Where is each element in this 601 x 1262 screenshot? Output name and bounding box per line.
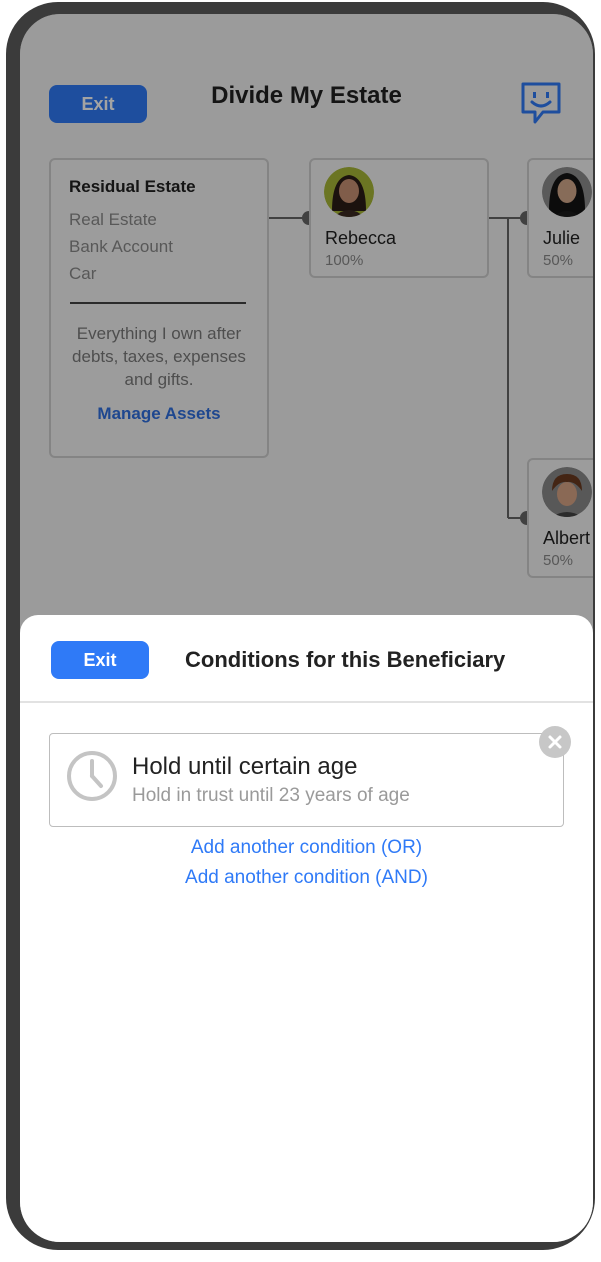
phone-frame: Exit Divide My Estate Residual Estate Re… — [6, 2, 595, 1250]
condition-subtitle: Hold in trust until 23 years of age — [132, 785, 410, 806]
add-condition-and-link[interactable]: Add another condition (AND) — [20, 867, 593, 889]
sheet-exit-button[interactable]: Exit — [51, 641, 149, 679]
close-icon[interactable] — [539, 726, 571, 758]
add-condition-or-link[interactable]: Add another condition (OR) — [20, 837, 593, 859]
sheet-title: Conditions for this Beneficiary — [185, 647, 506, 672]
close-icon-glyph — [548, 735, 562, 749]
conditions-sheet: Exit Conditions for this Beneficiary Hol… — [20, 615, 593, 1242]
clock-icon — [67, 751, 117, 801]
sheet-divider — [20, 701, 593, 703]
condition-title: Hold until certain age — [132, 753, 358, 780]
screen: Exit Divide My Estate Residual Estate Re… — [20, 14, 593, 1242]
condition-card[interactable]: Hold until certain age Hold in trust unt… — [49, 733, 564, 827]
